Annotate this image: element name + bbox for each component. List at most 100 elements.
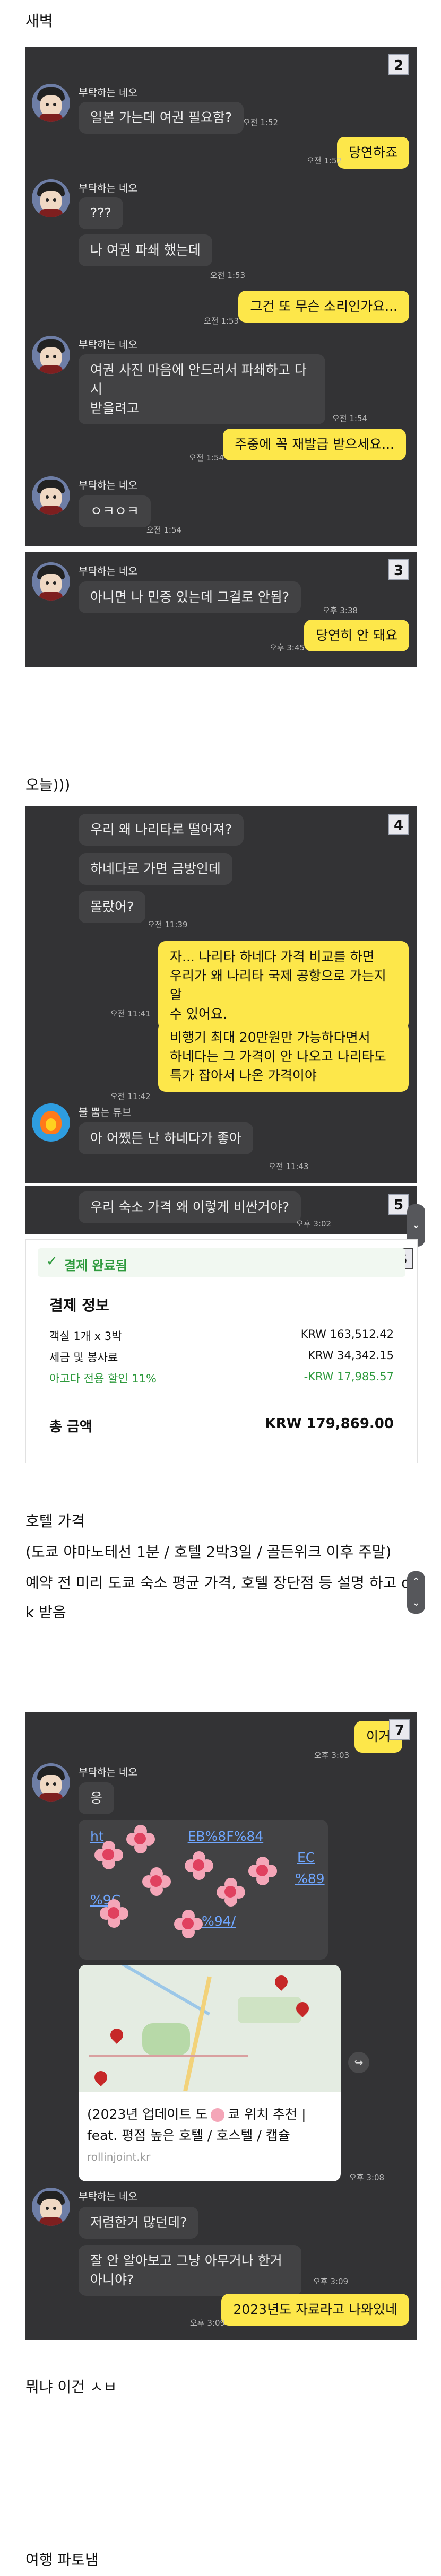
- total-label: 총 금액: [49, 1419, 92, 1435]
- message-bubble: 우리 왜 나리타로 떨어져?: [79, 814, 244, 846]
- share-icon[interactable]: ↪: [348, 2052, 369, 2073]
- total-value: KRW 179,869.00: [265, 1416, 394, 1432]
- panel-number: 7: [389, 1719, 410, 1740]
- avatar: [32, 476, 70, 515]
- hotel-text-line: (도쿄 야마노테선 1분 / 호텔 2박3일 / 골든위크 이후 주말): [25, 1543, 392, 1561]
- reply-bubble: 당연히 안 돼요: [304, 620, 409, 651]
- timestamp: 오전 1:53: [204, 316, 239, 326]
- chat-panel-2: 3 부탁하는 네오 아니면 나 민증 있는데 그걸로 안됨? 오후 3:38 당…: [25, 552, 417, 667]
- timestamp: 오전 11:41: [110, 1009, 151, 1019]
- timestamp: 오후 3:08: [349, 2173, 385, 2182]
- reply-bubble: 주중에 꼭 재발급 받으세요...: [223, 429, 406, 460]
- receipt-title: 결제 정보: [49, 1296, 109, 1314]
- reply-bubble: 2023년도 자료라고 나와있네: [221, 2294, 409, 2326]
- timestamp: 오전 1:53: [210, 271, 246, 280]
- blur-flower: [248, 1857, 277, 1885]
- discount-label: 아고다 전용 할인 11%: [49, 1372, 157, 1385]
- section-heading-dawn: 새벽: [25, 12, 53, 30]
- message-bubble: 잘 안 알아보고 그냥 아무거나 한거 아니야?: [79, 2245, 301, 2296]
- message-bubble: 몰랐어?: [79, 891, 146, 923]
- timestamp: 오전 11:39: [148, 920, 188, 929]
- reply-bubble: 비행기 최대 20만원만 가능하다면서 하네다는 그 가격이 안 나오고 나리타…: [158, 1022, 409, 1092]
- avatar: [32, 1763, 70, 1802]
- timestamp: 오전 11:42: [110, 1092, 151, 1101]
- timestamp: 오후 3:45: [270, 643, 305, 652]
- chat-panel-3: 4 우리 왜 나리타로 떨어져? 하네다로 가면 금방인데 몰랐어? 오전 11…: [25, 806, 417, 1183]
- blur-flower: [174, 1910, 203, 1938]
- timestamp: 오후 3:09: [313, 2277, 349, 2286]
- timestamp: 오후 3:02: [296, 1219, 332, 1229]
- message-bubble: ㅇㅋㅇㅋ: [79, 495, 151, 527]
- blur-flower: [217, 1878, 245, 1907]
- link-preview-card[interactable]: (2023년 업데이트 도쿄 위치 추천 | feat. 평점 높은 호텔 / …: [79, 1965, 341, 2181]
- blur-flower: [100, 1899, 128, 1928]
- footer-text: 뭐냐 이건 ㅅㅂ: [25, 2378, 117, 2396]
- hotel-text-line: k 받음: [25, 1604, 66, 1621]
- sender-name: 부탁하는 네오: [79, 87, 137, 99]
- check-icon: ✓: [46, 1254, 58, 1269]
- avatar: [32, 1103, 70, 1142]
- panel-number: 4: [388, 814, 409, 835]
- discount-value: -KRW 17,985.57: [304, 1370, 394, 1383]
- sender-name: 부탁하는 네오: [79, 565, 137, 577]
- sender-name: 부탁하는 네오: [79, 1766, 137, 1778]
- payment-status: 결제 완료됨: [64, 1258, 127, 1273]
- map-thumbnail: [79, 1965, 341, 2092]
- sender-name: 부탁하는 네오: [79, 2191, 137, 2203]
- panel-number: 5: [388, 1194, 409, 1215]
- reply-bubble: 그건 또 무슨 소리인가요...: [238, 291, 409, 323]
- chat-panel-4: 5 우리 숙소 가격 왜 이렇게 비싼거야? 오후 3:02: [25, 1186, 417, 1234]
- message-bubble: 나 여권 파쇄 했는데: [79, 234, 212, 266]
- card-domain: rollinjoint.kr: [87, 2151, 151, 2163]
- scroll-button[interactable]: ⌃ ⌄: [407, 1571, 425, 1614]
- message-bubble: 아니면 나 민증 있는데 그걸로 안됨?: [79, 581, 301, 613]
- sender-name: 부탁하는 네오: [79, 182, 137, 194]
- blur-flower: [142, 1867, 171, 1896]
- timestamp: 오전 1:54: [189, 453, 224, 463]
- reply-bubble: 당연하죠: [336, 137, 409, 169]
- message-bubble: 일본 가는데 여권 필요함?: [79, 102, 244, 134]
- avatar: [32, 179, 70, 217]
- receipt-card: 6 ✓ 결제 완료됨 결제 정보 객실 1개 x 3박 KRW 163,512.…: [25, 1239, 418, 1463]
- timestamp: 오전 11:43: [269, 1162, 309, 1171]
- message-bubble: 여권 사진 마음에 안드러서 파쇄하고 다시 받을려고: [79, 354, 325, 424]
- avatar: [32, 84, 70, 122]
- blur-flower: [185, 1851, 213, 1880]
- blur-flower: [126, 1825, 155, 1853]
- card-subtitle: feat. 평점 높은 호텔 / 호스텔 / 캡슐: [87, 2128, 290, 2143]
- timestamp: 오후 3:09: [190, 2318, 226, 2328]
- card-title: (2023년 업데이트 도쿄 위치 추천 |: [87, 2107, 306, 2122]
- message-bubble: ???: [79, 197, 123, 229]
- hotel-text-line: 예약 전 미리 도쿄 숙소 평균 가격, 호텔 장단점 등 설명 하고 o: [25, 1574, 411, 1591]
- timestamp: 오전 1:54: [146, 525, 182, 535]
- timestamp: 오전 1:54: [332, 414, 368, 423]
- section-heading-today: 오늘))): [25, 776, 71, 794]
- avatar: [32, 336, 70, 374]
- message-bubble: 저렴한거 많던데?: [79, 2207, 199, 2239]
- message-bubble: 하네다로 가면 금방인데: [79, 853, 232, 885]
- timestamp: 오후 3:03: [314, 1751, 350, 1760]
- avatar: [32, 562, 70, 601]
- timestamp: 오전 1:52: [243, 118, 279, 127]
- link-bubble: ht EB%8F%84 EC %89 %9C %94/: [79, 1820, 328, 1960]
- sender-name: 부탁하는 네오: [79, 480, 137, 491]
- receipt-row-value: KRW 163,512.42: [300, 1328, 394, 1341]
- panel-number: 2: [388, 54, 409, 75]
- chat-panel-1: 2 부탁하는 네오 일본 가는데 여권 필요함? 오전 1:52 당연하죠 오전…: [25, 47, 417, 546]
- sender-name: 부탁하는 네오: [79, 339, 137, 351]
- receipt-row-label: 세금 및 봉사료: [49, 1351, 118, 1364]
- blur-flower: [94, 1841, 123, 1869]
- timestamp: 오후 3:38: [323, 606, 358, 615]
- hotel-text-line: 호텔 가격: [25, 1512, 85, 1530]
- timestamp: 오전 1:52: [307, 156, 342, 166]
- reply-bubble: 자... 나리타 하네다 가격 비교를 하면 우리가 왜 나리타 국제 공항으로…: [158, 941, 409, 1030]
- panel-number: 3: [388, 559, 409, 580]
- message-bubble: 아 어쨌든 난 하네다가 좋아: [79, 1122, 253, 1154]
- message-bubble: 우리 숙소 가격 왜 이렇게 비싼거야?: [79, 1191, 301, 1223]
- chat-panel-5: 이거 7 오후 3:03 부탁하는 네오 응 ht EB%8F%84 EC %8…: [25, 1712, 417, 2340]
- message-bubble: 응: [79, 1782, 115, 1814]
- sender-name: 불 뿜는 튜브: [79, 1107, 132, 1118]
- footer-text: 여행 파토냄: [25, 2551, 99, 2569]
- avatar: [32, 2188, 70, 2226]
- status-bar: ✓ 결제 완료됨: [38, 1248, 405, 1277]
